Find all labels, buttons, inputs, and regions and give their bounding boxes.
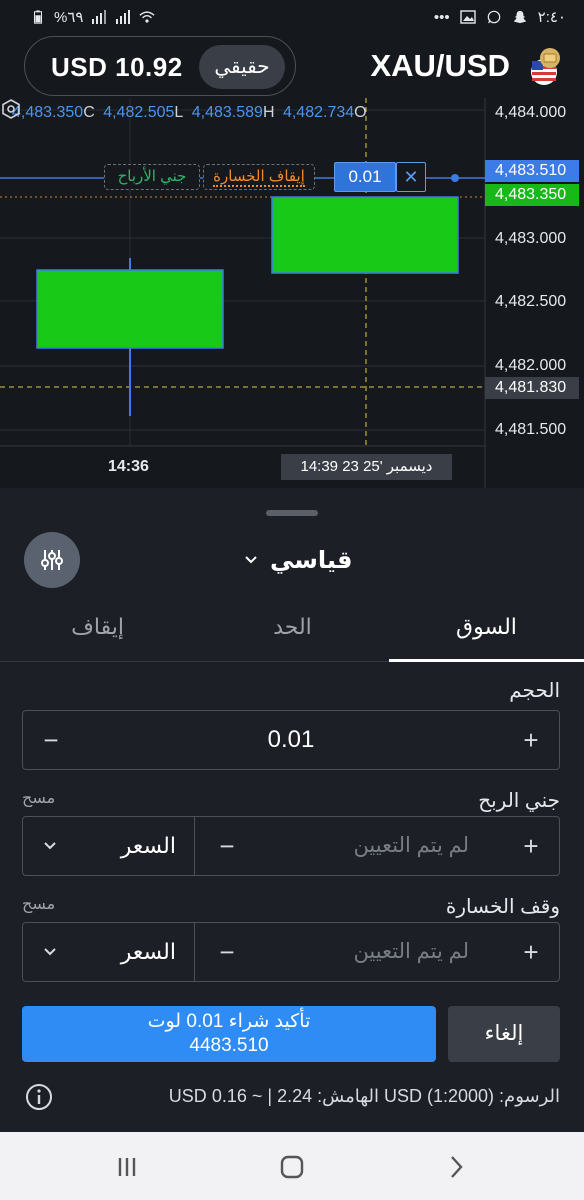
- clock: ٢:٤٠: [537, 9, 566, 26]
- battery-level: %٦٩: [54, 9, 84, 26]
- take-profit-decrease-button[interactable]: −: [203, 817, 251, 875]
- battery-icon: [33, 10, 43, 24]
- price-chart[interactable]: 4,483.350C 4,482.505L 4,483.589H 4,482.7…: [0, 98, 584, 488]
- confirm-buy-label: تأكيد شراء 0.01 لوت: [147, 1011, 311, 1032]
- close-icon[interactable]: ✕: [396, 162, 426, 192]
- recent-apps-icon[interactable]: [114, 1154, 140, 1180]
- ask-line-handle[interactable]: [451, 174, 459, 182]
- take-profit-input[interactable]: لم يتم التعيين: [247, 817, 509, 875]
- open-label: O: [354, 104, 367, 121]
- tab-market[interactable]: السوق: [389, 604, 584, 662]
- order-volume-tag[interactable]: 0.01: [334, 162, 396, 192]
- order-panel: قياسي إيقاف الحد السوق الحجم − 0.01 + مس…: [0, 498, 584, 1132]
- volume-increase-button[interactable]: +: [507, 711, 555, 769]
- signal-icon: [92, 10, 107, 24]
- time-tick: 14:36: [108, 458, 149, 475]
- volume-stepper: − 0.01 +: [22, 710, 560, 770]
- app-header: USD 10.92 حقيقي XAU/USD: [0, 34, 584, 98]
- bid-price-tag: 4,483.350: [485, 184, 579, 206]
- status-bar: %٦٩ ••• ٢:٤٠: [0, 0, 584, 34]
- low-label: L: [174, 104, 184, 121]
- stop-loss-input[interactable]: لم يتم التعيين: [247, 923, 509, 981]
- confirm-buy-button[interactable]: تأكيد شراء 0.01 لوت 4483.510: [22, 1006, 436, 1062]
- more-notifications-icon: •••: [433, 8, 450, 26]
- close-label: C: [83, 104, 95, 121]
- home-icon[interactable]: [279, 1154, 305, 1180]
- order-settings-button[interactable]: [24, 532, 80, 588]
- back-icon[interactable]: [444, 1154, 470, 1180]
- stop-loss-label: وقف الخسارة: [445, 896, 560, 918]
- stop-loss-decrease-button[interactable]: −: [203, 923, 251, 981]
- status-left: %٦٩: [30, 8, 156, 26]
- candle-body-bullish: [271, 196, 459, 274]
- gallery-icon: [459, 10, 476, 24]
- volume-input[interactable]: 0.01: [83, 711, 499, 769]
- account-balance: USD 10.92: [51, 52, 183, 82]
- chart-settings-icon[interactable]: [0, 98, 22, 120]
- price-tick: 4,483.000: [495, 230, 567, 247]
- take-profit-increase-button[interactable]: +: [507, 817, 555, 875]
- order-mode-label: قياسي: [270, 546, 353, 574]
- open-value: 4,482.734: [282, 104, 355, 121]
- stop-loss-clear-button[interactable]: مسح: [22, 894, 55, 914]
- crosshair-price-tag: 4,481.830: [485, 377, 579, 399]
- stop-loss-increase-button[interactable]: +: [507, 923, 555, 981]
- high-label: H: [262, 104, 275, 121]
- take-profit-mode-select[interactable]: السعر: [23, 817, 195, 875]
- order-type-tabs: إيقاف الحد السوق: [0, 604, 584, 662]
- signal-icon-2: [116, 10, 131, 24]
- symbol-title[interactable]: XAU/USD: [370, 48, 510, 84]
- take-profit-label: جني الربح: [478, 790, 560, 812]
- volume-decrease-button[interactable]: −: [27, 711, 75, 769]
- stop-loss-mode-value: السعر: [120, 939, 176, 964]
- chevron-down-icon: [245, 556, 257, 564]
- low-value: 4,482.505: [103, 104, 175, 121]
- price-tick: 4,482.500: [495, 293, 567, 310]
- drag-handle[interactable]: [266, 510, 318, 516]
- stop-loss-field: السعر − لم يتم التعيين +: [22, 922, 560, 982]
- whatsapp-icon: [487, 10, 500, 24]
- account-type-badge[interactable]: حقيقي: [199, 45, 285, 89]
- order-mode-dropdown[interactable]: قياسي: [244, 544, 364, 576]
- sliders-icon: [41, 550, 63, 570]
- take-profit-drag-tag[interactable]: جني الأرباح: [104, 164, 200, 190]
- gold-usd-flag-icon: [531, 48, 560, 85]
- price-tick: 4,482.000: [495, 357, 567, 374]
- volume-label: الحجم: [509, 680, 560, 702]
- cancel-button[interactable]: إلغاء: [448, 1006, 560, 1062]
- chevron-down-icon: [44, 948, 56, 956]
- high-value: 4,483.589: [191, 104, 263, 121]
- price-tick: 4,484.000: [495, 104, 567, 121]
- android-nav-bar: [0, 1132, 584, 1200]
- ohlc-readout: 4,483.350C 4,482.505L 4,483.589H 4,482.7…: [12, 104, 371, 122]
- take-profit-field: السعر − لم يتم التعيين +: [22, 816, 560, 876]
- chevron-down-icon: [44, 842, 56, 850]
- ask-price-tag: 4,483.510: [485, 160, 579, 182]
- price-tick: 4,481.500: [495, 421, 567, 438]
- confirm-buy-price: 4483.510: [189, 1035, 269, 1056]
- fees-margin-info: الرسوم: (USD (1:2000 الهامش: 2.24 | ~ 0.…: [168, 1086, 560, 1106]
- stop-loss-tag-text: إيقاف الخسارة: [213, 168, 305, 187]
- info-icon[interactable]: [24, 1082, 54, 1112]
- account-selector[interactable]: USD 10.92 حقيقي: [24, 36, 296, 96]
- crosshair-time-tag: ديسمبر '25 23 14:39: [281, 454, 452, 480]
- tab-limit[interactable]: الحد: [195, 604, 390, 662]
- stop-loss-drag-tag[interactable]: إيقاف الخسارة: [203, 164, 315, 190]
- take-profit-mode-value: السعر: [120, 833, 176, 858]
- wifi-icon: [139, 11, 156, 23]
- status-right: ••• ٢:٤٠: [433, 8, 566, 27]
- tab-stop[interactable]: إيقاف: [0, 604, 195, 662]
- snapchat-icon: [513, 10, 526, 24]
- take-profit-clear-button[interactable]: مسح: [22, 788, 55, 808]
- candle-body-bullish: [36, 269, 224, 349]
- stop-loss-mode-select[interactable]: السعر: [23, 923, 195, 981]
- close-value: 4,483.350: [12, 104, 84, 121]
